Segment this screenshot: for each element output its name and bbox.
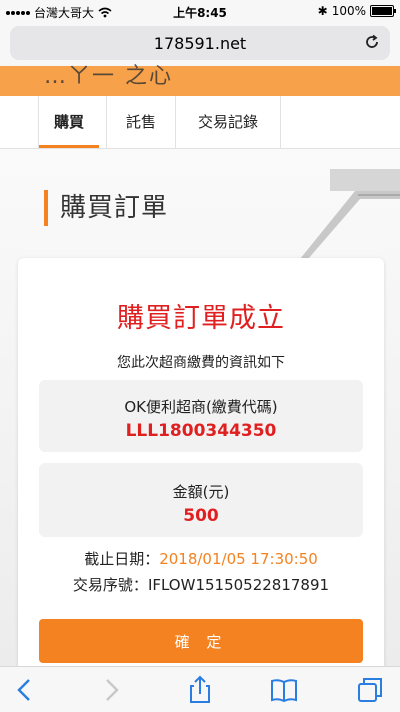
deadline-value: 2018/01/05 17:30:50 xyxy=(159,550,318,568)
status-right: ✱ 100% xyxy=(317,4,396,18)
page-title: 購買訂單 xyxy=(44,190,168,226)
address-bar[interactable]: 178591.net xyxy=(10,26,390,60)
status-bar: 台灣大哥大 上午8:45 ✱ 100% xyxy=(0,0,400,22)
amount-box: 金額(元) 500 xyxy=(39,463,363,537)
deadline-line: 截止日期：2018/01/05 17:30:50 xyxy=(18,548,384,569)
site-header: …ㄚ一 之心 xyxy=(0,64,400,96)
tab-transactions[interactable]: 交易記錄 xyxy=(176,96,280,148)
transaction-id: IFLOW15150522817891 xyxy=(147,576,330,594)
share-icon[interactable] xyxy=(185,675,215,705)
payment-code: LLL1800344350 xyxy=(125,421,277,441)
forward-icon[interactable] xyxy=(96,675,126,705)
confirm-button[interactable]: 確 定 xyxy=(39,619,363,663)
transaction-line: 交易序號：IFLOW15150522817891 xyxy=(18,574,384,595)
result-title: 購買訂單成立 xyxy=(117,303,285,334)
amount-label: 金額(元) xyxy=(172,483,230,501)
bookmarks-icon[interactable] xyxy=(269,675,299,705)
laptop-decoration xyxy=(300,169,400,259)
amount-value: 500 xyxy=(183,506,219,526)
tabs-icon[interactable] xyxy=(355,675,385,705)
order-result-card: 購買訂單成立 您此次超商繳費的資訊如下 OK便利超商(繳費代碼) LLL1800… xyxy=(18,258,384,678)
tab-buy[interactable]: 購買 xyxy=(39,96,99,148)
bluetooth-icon: ✱ xyxy=(317,4,328,18)
deadline-label: 截止日期： xyxy=(84,550,160,568)
back-icon[interactable] xyxy=(10,675,40,705)
reload-icon[interactable] xyxy=(364,34,380,50)
tab-bar: 購買 託售 交易記錄 xyxy=(0,96,400,149)
battery-icon xyxy=(370,5,396,17)
payment-code-box: OK便利超商(繳費代碼) LLL1800344350 xyxy=(39,380,363,452)
tab-consign[interactable]: 託售 xyxy=(107,96,175,148)
transaction-label: 交易序號： xyxy=(72,576,148,594)
site-logo[interactable]: …ㄚ一 之心 xyxy=(44,58,173,90)
url-text: 178591.net xyxy=(153,33,247,53)
browser-toolbar xyxy=(0,666,400,712)
tab-divider xyxy=(280,96,281,148)
result-subtitle: 您此次超商繳費的資訊如下 xyxy=(117,355,285,371)
battery-percent: 100% xyxy=(331,4,366,18)
payment-code-label: OK便利超商(繳費代碼) xyxy=(124,398,278,416)
